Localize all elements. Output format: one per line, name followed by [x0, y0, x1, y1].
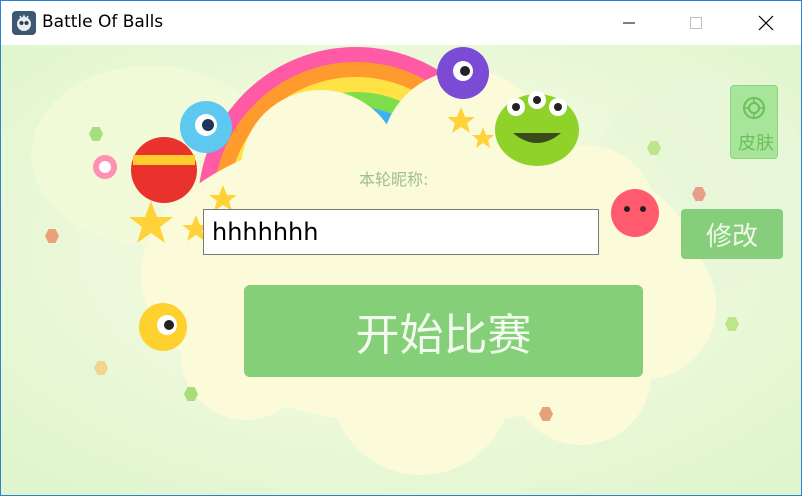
- nickname-input[interactable]: [203, 209, 599, 255]
- yellow-ball-character: [139, 303, 187, 351]
- start-game-button[interactable]: 开始比赛: [244, 285, 643, 377]
- close-button[interactable]: [743, 1, 789, 45]
- maximize-button[interactable]: [673, 1, 719, 45]
- purple-spiky-character: [437, 47, 489, 99]
- window-title: Battle Of Balls: [42, 12, 164, 32]
- close-icon: [758, 15, 774, 31]
- nickname-label: 本轮昵称:: [359, 170, 429, 189]
- minimize-button[interactable]: [606, 1, 652, 45]
- title-bar: Battle Of Balls: [1, 1, 801, 45]
- app-window: Battle Of Balls 本轮昵称: hhhhhhh 开始比赛 修改 皮肤: [0, 0, 802, 496]
- app-logo-icon: [12, 11, 36, 35]
- modify-nickname-button[interactable]: 修改: [681, 209, 783, 259]
- skin-button-label: 皮肤: [738, 133, 774, 154]
- game-lobby: 本轮昵称: 开始比赛 修改 皮肤: [1, 45, 801, 495]
- maximize-icon: [690, 17, 702, 29]
- skin-ring-icon: [743, 97, 765, 119]
- pink-ball-character: [611, 189, 659, 237]
- blue-ball-character: [180, 101, 232, 153]
- minimize-icon: [623, 22, 635, 24]
- lobby-background-art: [1, 45, 801, 495]
